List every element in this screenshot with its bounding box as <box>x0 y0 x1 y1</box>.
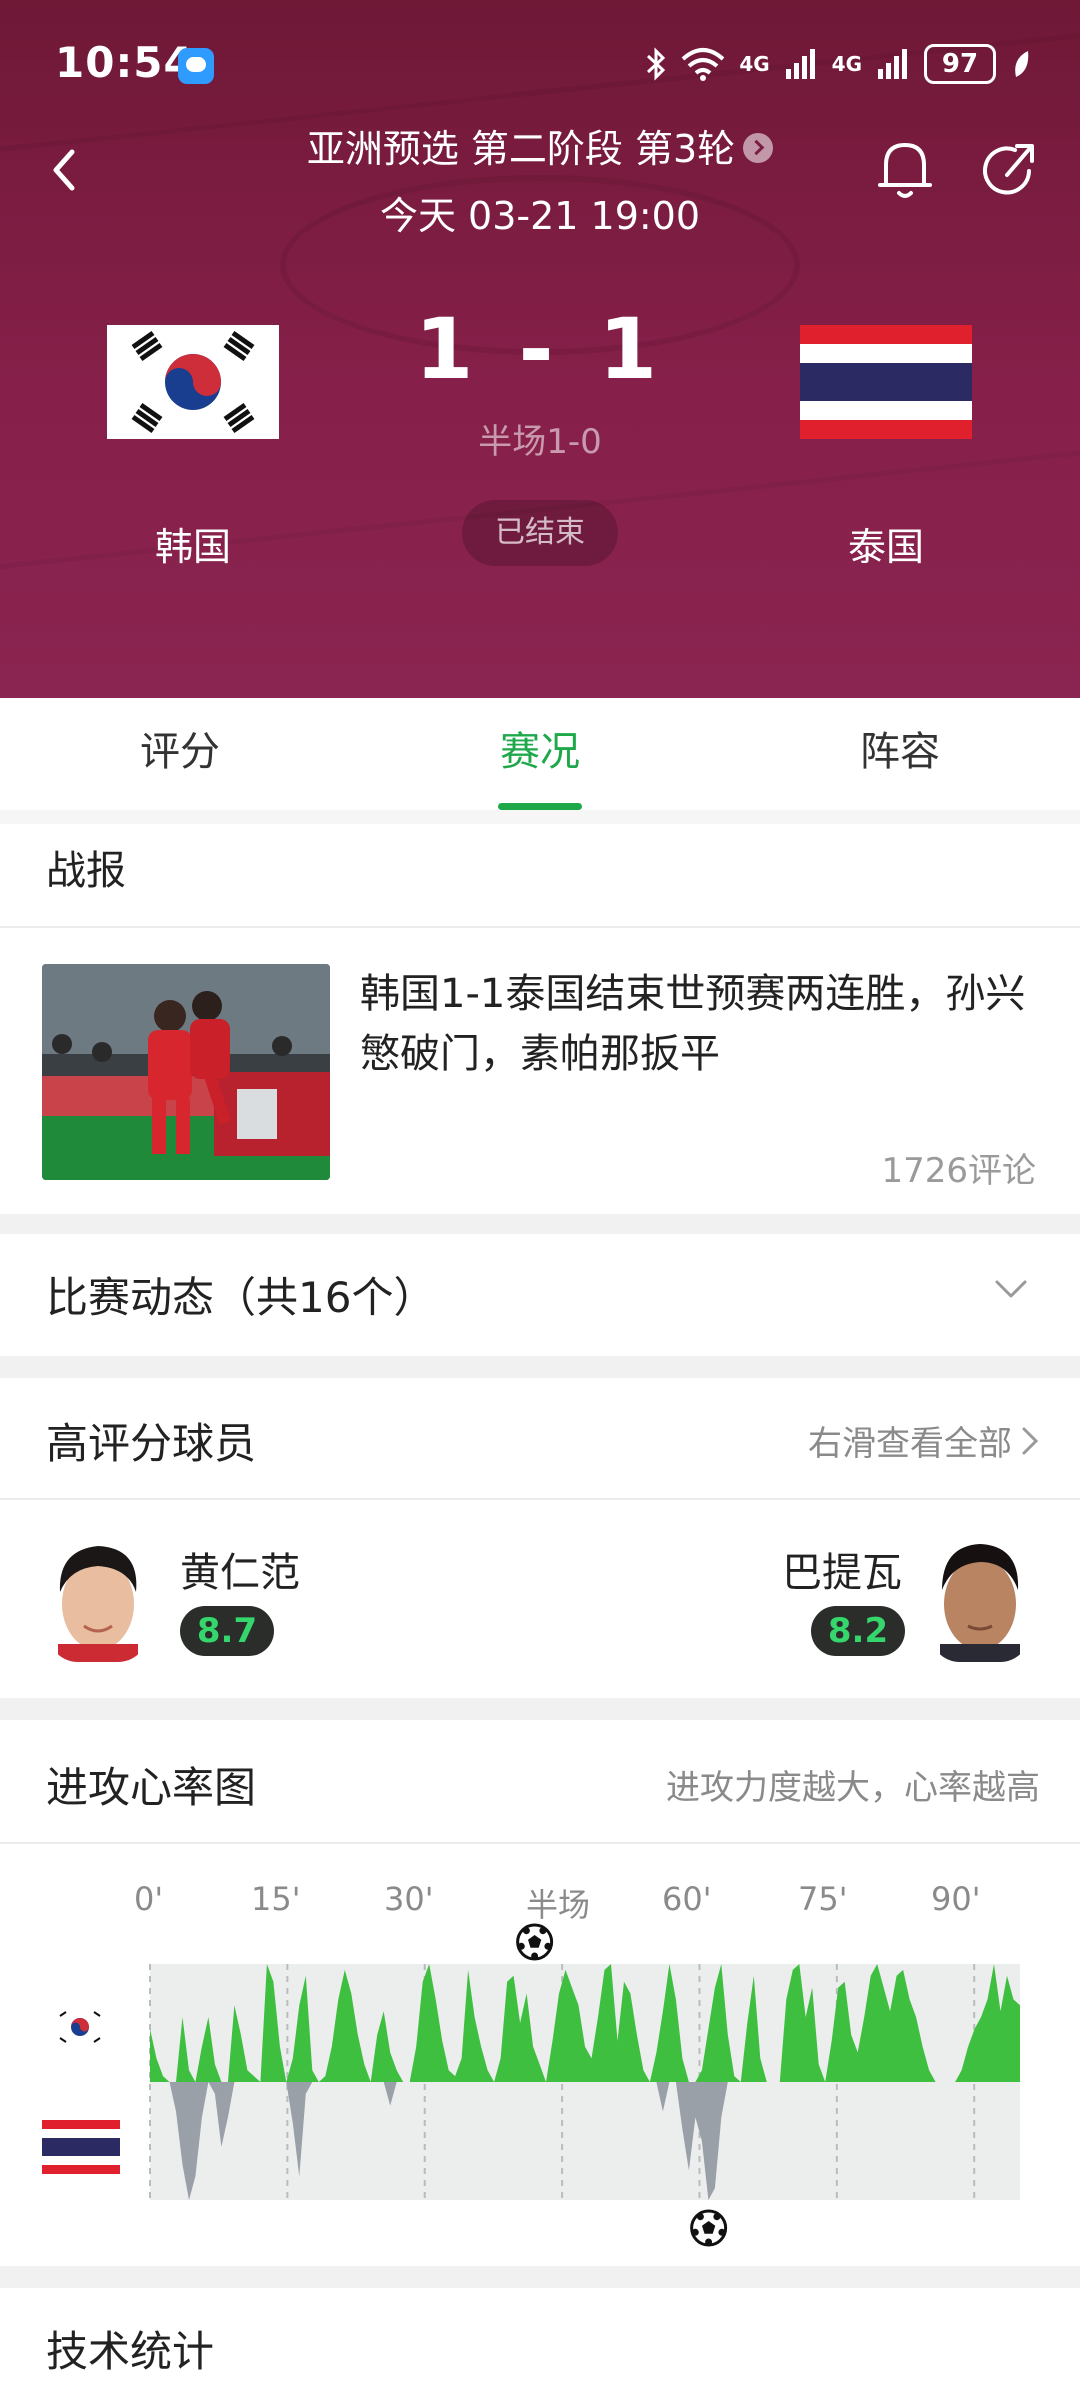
network-label-2: 4G <box>831 52 862 76</box>
player-avatar <box>930 1532 1030 1662</box>
section-divider <box>0 1356 1080 1378</box>
news-comment-count[interactable]: 1726评论 <box>881 1143 1036 1192</box>
divider-line <box>0 1842 1080 1844</box>
away-team-flag[interactable] <box>800 325 972 439</box>
away-team-name[interactable]: 泰国 <box>766 516 1006 571</box>
home-team-name[interactable]: 韩国 <box>73 516 313 571</box>
battery-level: 97 <box>941 49 979 79</box>
news-headline: 韩国1-1泰国结束世预赛两连胜，孙兴慜破门，素帕那扳平 <box>360 971 1026 1077</box>
bluetooth-icon <box>647 47 666 81</box>
player-rating: 8.7 <box>180 1606 274 1656</box>
chevron-down-icon <box>995 1280 1027 1298</box>
player-rating: 8.2 <box>811 1606 905 1656</box>
message-notification-icon <box>178 48 214 84</box>
tab-lineup[interactable]: 阵容 <box>720 698 1080 810</box>
player-name: 巴提瓦 <box>782 1550 902 1596</box>
section-divider <box>0 1698 1080 1720</box>
heart-rate-chart[interactable] <box>0 1860 1080 2260</box>
wifi-icon <box>681 48 725 81</box>
match-status-badge: 已结束 <box>462 500 618 566</box>
section-divider <box>0 810 1080 824</box>
tab-ratings[interactable]: 评分 <box>0 698 360 810</box>
signal-icon-1 <box>785 49 815 79</box>
away-legend-flag <box>42 2120 120 2174</box>
section-divider <box>0 2266 1080 2288</box>
news-thumbnail <box>42 964 330 1180</box>
status-icons: 4G 4G 97 <box>645 44 1032 84</box>
tab-match-status[interactable]: 赛况 <box>360 698 720 810</box>
heart-rate-title: 进攻心率图 <box>46 1763 257 1812</box>
match-header: 10:54 4G 4G 97 亚洲预选 第二阶段 第3轮 今天 03-21 19… <box>0 0 1080 698</box>
network-label-1: 4G <box>739 52 770 76</box>
section-divider <box>0 1214 1080 1234</box>
top-players-title: 高评分球员 <box>46 1419 257 1468</box>
chevron-right-icon <box>743 132 774 163</box>
notification-bell-button[interactable] <box>872 135 938 205</box>
match-events-title: 比赛动态（共16个） <box>46 1273 436 1322</box>
share-button[interactable] <box>975 135 1041 205</box>
report-section-title: 战报 <box>46 848 126 894</box>
view-all-label: 右滑查看全部 <box>808 1424 1012 1464</box>
tech-stats-title: 技术统计 <box>46 2327 215 2376</box>
goal-ball-icon <box>690 2209 728 2247</box>
divider-line <box>0 1498 1080 1500</box>
leaf-icon <box>1015 51 1029 77</box>
player-avatar <box>48 1532 148 1662</box>
status-time: 10:54 <box>55 38 194 87</box>
home-legend-flag <box>52 2008 108 2046</box>
status-bar: 10:54 4G 4G 97 <box>0 0 1080 130</box>
goal-ball-icon <box>516 1923 554 1961</box>
player-name: 黄仁范 <box>180 1550 300 1596</box>
match-tabs: 评分 赛况 阵容 <box>0 698 1080 810</box>
league-round-label: 亚洲预选 第二阶段 第3轮 <box>306 127 736 171</box>
view-all-link[interactable]: 右滑查看全部 <box>808 1416 1040 1465</box>
heart-rate-hint: 进攻力度越大，心率越高 <box>666 1768 1040 1808</box>
battery-icon: 97 <box>924 44 996 84</box>
signal-icon-2 <box>878 49 907 79</box>
chevron-right-icon <box>1022 1427 1039 1454</box>
divider-line <box>0 926 1080 928</box>
